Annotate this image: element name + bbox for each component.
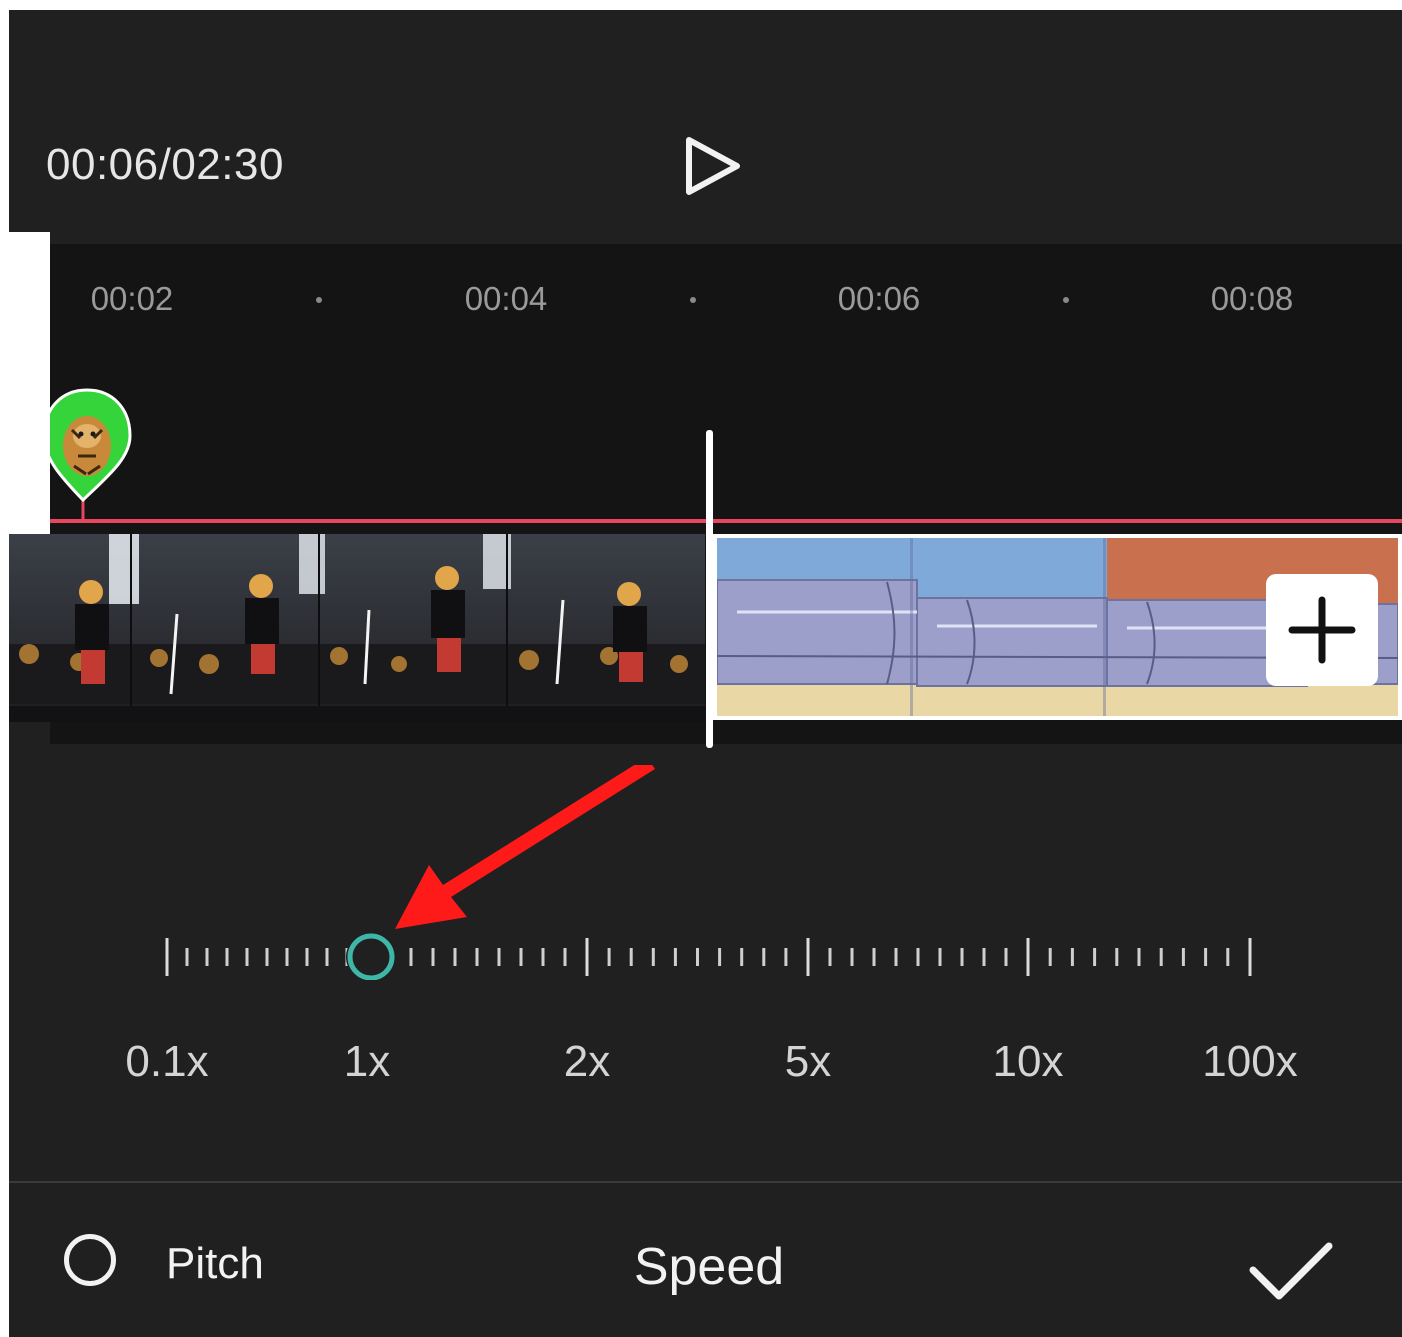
time-readout: 00:06/02:30 <box>46 140 284 189</box>
plus-icon[interactable] <box>1266 574 1378 686</box>
ruler-label: 00:06 <box>837 280 921 317</box>
ruler-dot <box>690 297 696 303</box>
tiger-sticker-icon[interactable] <box>50 378 136 523</box>
speed-slider[interactable] <box>159 920 1269 980</box>
speed-label: 1x <box>343 1037 391 1086</box>
panel-title: Speed <box>633 1238 785 1296</box>
ruler-dot <box>1063 297 1069 303</box>
speed-label: 2x <box>563 1037 611 1086</box>
speed-label: 0.1x <box>125 1037 209 1086</box>
video-clip-dance[interactable] <box>9 534 705 722</box>
speed-editor-screen: 00:06/02:30 00:02 00:04 00:06 00:08 0.1x… <box>9 10 1402 1337</box>
ruler-label: 00:04 <box>464 280 548 317</box>
timeline-ruler[interactable]: 00:02 00:04 00:06 00:08 <box>50 244 1402 344</box>
clip-thumbnail-strip <box>9 534 705 722</box>
ruler-dot <box>316 297 322 303</box>
ruler-label: 00:02 <box>90 280 174 317</box>
pitch-radio-button[interactable] <box>64 1234 116 1286</box>
speed-label: 10x <box>992 1037 1064 1086</box>
playhead[interactable] <box>706 430 713 748</box>
speed-label: 100x <box>1202 1037 1298 1086</box>
track-marker-line <box>50 519 1402 523</box>
speed-handle-backdrop <box>346 932 396 980</box>
pitch-label: Pitch <box>166 1239 264 1288</box>
bottom-divider <box>9 1181 1402 1183</box>
play-icon[interactable] <box>681 134 743 198</box>
checkmark-icon[interactable] <box>1249 1242 1333 1302</box>
speed-label: 5x <box>784 1037 832 1086</box>
ruler-label: 00:08 <box>1210 280 1294 317</box>
